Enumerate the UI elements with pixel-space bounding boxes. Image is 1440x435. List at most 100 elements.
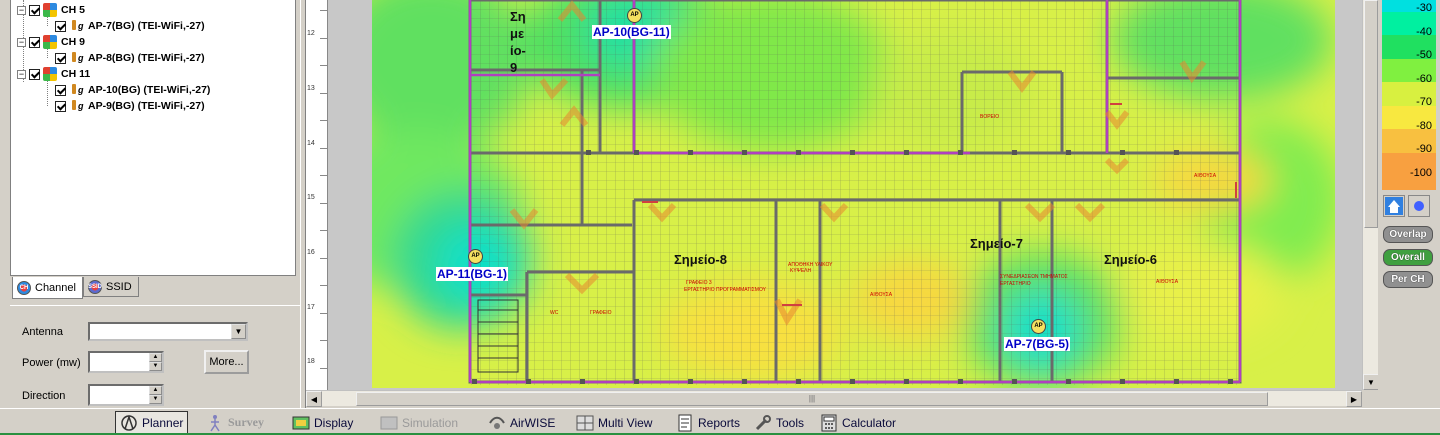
room-caption: WC: [550, 310, 559, 316]
tree-item-label: AP-8(BG) (TEI-WiFi,-27): [88, 52, 205, 64]
collapse-icon[interactable]: −: [17, 5, 26, 15]
scroll-thumb[interactable]: |||: [356, 392, 1268, 406]
spin-up-icon[interactable]: ▲: [149, 353, 162, 362]
floor-plan-view[interactable]: 12 13 14 15 16 17 18 Ση με ίο- 9 Σημείο-…: [306, 0, 1378, 390]
collapse-icon[interactable]: −: [17, 37, 26, 47]
room-label-9: Ση με ίο- 9: [510, 9, 526, 75]
chevron-down-icon[interactable]: ▼: [231, 324, 246, 339]
legend-row: -40: [1382, 11, 1436, 38]
display-button[interactable]: Display: [288, 411, 357, 434]
room-caption: ΑΙΘΟΥΣΑ: [870, 292, 893, 298]
airwise-icon: [488, 414, 506, 432]
tree-item-ap9[interactable]: g AP-9(BG) (TEI-WiFi,-27): [55, 98, 205, 114]
scroll-right-icon[interactable]: ▶: [1346, 391, 1362, 407]
tab-label: SSID: [105, 280, 132, 293]
tree-guide: [47, 80, 48, 106]
channel-icon: [43, 35, 57, 49]
ruler-label: 17: [307, 304, 315, 311]
ap-tree: − CH 5 g AP-7(BG) (TEI-WiFi,-27) − CH 9 …: [10, 0, 296, 276]
horizontal-scrollbar[interactable]: ◀ ||| ▶: [306, 390, 1362, 407]
antenna-select[interactable]: ▼: [88, 322, 248, 341]
tree-item-ap8[interactable]: g AP-8(BG) (TEI-WiFi,-27): [55, 50, 205, 66]
tree-item-label: CH 9: [61, 36, 85, 48]
tools-button[interactable]: Tools: [750, 411, 808, 434]
tab-channel[interactable]: CH Channel: [12, 277, 83, 299]
ruler-label: 13: [307, 85, 315, 92]
ch5-checkbox[interactable]: [29, 4, 40, 16]
ap-label[interactable]: AP-7(BG-5): [1004, 337, 1071, 351]
access-point-icon: g: [69, 51, 85, 65]
legend-row: -90: [1382, 129, 1436, 155]
ap7-checkbox[interactable]: [55, 20, 66, 32]
ruler-label: 18: [307, 358, 315, 365]
calculator-icon: [820, 414, 838, 432]
tree-item-ch9[interactable]: − CH 9: [17, 34, 85, 50]
vertical-scrollbar[interactable]: ▼: [1362, 0, 1379, 390]
access-point-icon: g: [69, 83, 85, 97]
room-caption: ΕΡΓΑΣΤΗΡΙΟ: [1000, 281, 1031, 287]
tools-icon: [754, 414, 772, 432]
spin-down-icon[interactable]: ▼: [149, 362, 162, 371]
room-label-6: Σημείο-6: [1104, 252, 1157, 267]
tree-item-label: AP-7(BG) (TEI-WiFi,-27): [88, 20, 205, 32]
channel-icon: [43, 67, 57, 81]
room-caption: ΚΥΨΕΛΗ: [790, 268, 812, 274]
overall-button[interactable]: Overall: [1383, 249, 1433, 266]
room-caption: ΑΙΘΟΥΣΑ: [1194, 173, 1217, 179]
tree-item-ap10[interactable]: g AP-10(BG) (TEI-WiFi,-27): [55, 82, 210, 98]
tree-item-ch5[interactable]: − CH 5: [17, 2, 85, 18]
legend-row: [1382, 176, 1436, 190]
direction-field[interactable]: ▲ ▼: [88, 384, 164, 406]
tree-item-label: AP-9(BG) (TEI-WiFi,-27): [88, 100, 205, 112]
power-field[interactable]: ▲ ▼: [88, 351, 164, 373]
spin-down-icon[interactable]: ▼: [149, 395, 162, 404]
house-icon[interactable]: [1383, 195, 1405, 217]
mode-toolbar: Planner Survey Display Simulation AirWIS…: [0, 408, 1440, 435]
spin-up-icon[interactable]: ▲: [149, 386, 162, 395]
tree-tabs: CH Channel SSID SSID: [12, 277, 139, 299]
dot-icon[interactable]: [1408, 195, 1430, 217]
power-label: Power (mw): [22, 357, 81, 369]
room-caption: ΕΡΓΑΣΤΗΡΙΟ ΠΡΟΓΡΑΜΜΑΤΙΣΜΟΥ: [684, 287, 767, 293]
signal-legend: -30 -40 -50 -60 -70 -80 -90 -100: [1382, 0, 1436, 190]
tab-ssid[interactable]: SSID SSID: [82, 277, 139, 297]
ch9-checkbox[interactable]: [29, 36, 40, 48]
reports-icon: [676, 414, 694, 432]
tree-item-ch11[interactable]: − CH 11: [17, 66, 90, 82]
scroll-thumb[interactable]: [1364, 0, 1378, 228]
ruler-label: 14: [307, 140, 315, 147]
ruler-label: 12: [307, 30, 315, 37]
legend-row: -80: [1382, 105, 1436, 132]
tree-item-label: CH 11: [61, 68, 91, 80]
overlap-button[interactable]: Overlap: [1383, 226, 1433, 243]
ch11-checkbox[interactable]: [29, 68, 40, 80]
tree-item-ap7[interactable]: g AP-7(BG) (TEI-WiFi,-27): [55, 18, 205, 34]
legend-row: -70: [1382, 82, 1436, 108]
multi-view-button[interactable]: Multi View: [572, 411, 656, 434]
ap10-checkbox[interactable]: [55, 84, 66, 96]
planner-button[interactable]: Planner: [115, 411, 189, 434]
ap9-checkbox[interactable]: [55, 100, 66, 112]
survey-button[interactable]: Survey: [202, 411, 268, 434]
ap-label[interactable]: AP-11(BG-1): [436, 267, 509, 281]
access-point-icon[interactable]: AP: [468, 249, 483, 264]
ap-label[interactable]: AP-10(BG-11): [592, 25, 671, 39]
scroll-down-icon[interactable]: ▼: [1363, 374, 1379, 390]
simulation-button[interactable]: Simulation: [376, 411, 462, 434]
direction-label: Direction: [22, 390, 66, 402]
access-point-icon: g: [69, 99, 85, 113]
per-ch-button[interactable]: Per CH: [1383, 271, 1433, 288]
channel-icon: [43, 3, 57, 17]
more-button[interactable]: More...: [204, 350, 249, 374]
collapse-icon[interactable]: −: [17, 69, 26, 79]
scroll-left-icon[interactable]: ◀: [306, 391, 322, 407]
reports-button[interactable]: Reports: [672, 411, 744, 434]
simulation-icon: [380, 414, 398, 432]
ap8-checkbox[interactable]: [55, 52, 66, 64]
airwise-button[interactable]: AirWISE: [484, 411, 559, 434]
calculator-button[interactable]: Calculator: [816, 411, 900, 434]
antenna-label: Antenna: [22, 326, 63, 338]
access-point-icon[interactable]: AP: [627, 8, 642, 23]
access-point-icon[interactable]: AP: [1031, 319, 1046, 334]
map-canvas[interactable]: Ση με ίο- 9 Σημείο-8 Σημείο-7 Σημείο-6 Β…: [328, 0, 1378, 390]
